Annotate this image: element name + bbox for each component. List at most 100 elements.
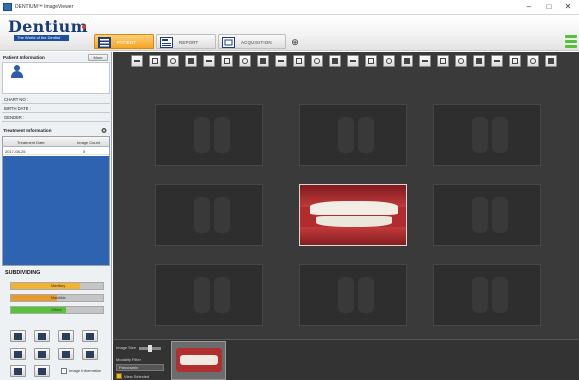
bar-label: Mandible xyxy=(51,296,66,300)
layout-2x1-button[interactable] xyxy=(58,330,74,342)
compare-icon[interactable] xyxy=(545,55,557,67)
tab-acquisition[interactable]: ACQUISITION xyxy=(218,34,286,49)
bar-label: Maxillary xyxy=(51,284,66,288)
slider-handle[interactable] xyxy=(148,345,152,352)
gender-field: GENDER : xyxy=(2,113,110,122)
tab-label: PATIENT xyxy=(117,40,137,45)
patient-avatar-icon xyxy=(11,65,23,79)
layout-1x2-button[interactable] xyxy=(34,330,50,342)
thumbnail-intraoral[interactable] xyxy=(171,341,226,380)
circle-icon[interactable] xyxy=(473,55,485,67)
title-bar: DENTIUM™ ImageViewer – □ ✕ xyxy=(0,0,579,15)
text-icon[interactable] xyxy=(401,55,413,67)
patient-list-icon xyxy=(98,37,111,48)
image-slot[interactable] xyxy=(155,104,263,166)
image-slot[interactable] xyxy=(155,264,263,326)
modality-filter-label: Modality Filter xyxy=(116,357,141,362)
camera-icon[interactable] xyxy=(491,55,503,67)
image-slot[interactable] xyxy=(433,104,541,166)
frame-icon[interactable] xyxy=(221,55,233,67)
layout-custom-button[interactable] xyxy=(34,365,50,377)
menu-icon[interactable] xyxy=(565,35,577,49)
maximize-button[interactable]: □ xyxy=(540,1,558,13)
modality-filter-select[interactable]: Panoramic xyxy=(116,364,164,371)
window-title: DENTIUM™ ImageViewer xyxy=(15,4,74,10)
image-slot[interactable] xyxy=(299,264,407,326)
layout-2x3-button[interactable] xyxy=(10,348,26,360)
crop-glyph xyxy=(242,58,248,64)
ruler-icon[interactable] xyxy=(383,55,395,67)
export-glyph xyxy=(512,58,518,64)
table-row[interactable]: 2017-08-25 0 xyxy=(3,148,109,155)
layout-3x3-button[interactable] xyxy=(58,348,74,360)
contrast-icon[interactable] xyxy=(293,55,305,67)
zoom-icon[interactable] xyxy=(275,55,287,67)
rectangle-icon[interactable] xyxy=(437,55,449,67)
filter-glyph xyxy=(332,58,338,64)
ellipse-icon[interactable] xyxy=(455,55,467,67)
column-header: Image Count xyxy=(77,140,100,145)
birth-date-field: BIRTH DATE : xyxy=(2,104,110,113)
fit-icon[interactable] xyxy=(203,55,215,67)
tab-patient[interactable]: PATIENT xyxy=(94,34,154,49)
grid-glyph xyxy=(260,58,266,64)
rotate-right-icon[interactable] xyxy=(167,55,179,67)
brand-logo: Dentium The World of the Dentist xyxy=(8,17,88,41)
image-info-checkbox[interactable] xyxy=(61,368,67,374)
tab-report[interactable]: REPORT xyxy=(156,34,216,49)
tab-label: ACQUISITION xyxy=(241,40,272,45)
column-header: Treatment Date xyxy=(17,140,45,145)
calibration-glyph xyxy=(350,60,356,62)
layout-1x1-button[interactable] xyxy=(10,330,26,342)
layout-3x2-button[interactable] xyxy=(34,348,50,360)
export-icon[interactable] xyxy=(509,55,521,67)
compare-glyph xyxy=(548,58,554,64)
share-glyph xyxy=(530,58,536,64)
intraoral-photo[interactable] xyxy=(299,184,407,246)
undo-icon[interactable] xyxy=(131,55,143,67)
flip-icon[interactable] xyxy=(185,55,197,67)
grid-icon[interactable] xyxy=(257,55,269,67)
more-button[interactable]: More xyxy=(88,54,108,61)
print-glyph xyxy=(368,58,374,64)
image-viewer: Image Size Modality Filter Panoramic Vie… xyxy=(113,52,579,380)
arrow-icon[interactable] xyxy=(419,55,431,67)
image-info-label: Image Information xyxy=(69,368,102,373)
patient-card xyxy=(2,62,110,94)
subdivide-bar-others[interactable]: Others xyxy=(10,306,104,314)
image-slot[interactable] xyxy=(299,104,407,166)
image-slot[interactable] xyxy=(433,184,541,246)
image-slot[interactable] xyxy=(155,184,263,246)
subdivide-bar-mandible[interactable]: Mandible xyxy=(10,294,104,302)
calibration-icon[interactable] xyxy=(347,55,359,67)
image-count: 0 xyxy=(83,149,86,154)
minimize-button[interactable]: – xyxy=(520,1,538,13)
image-slot[interactable] xyxy=(433,264,541,326)
patient-info-title: Patient Information xyxy=(3,55,45,60)
add-tab-icon[interactable]: ⊕ xyxy=(290,37,300,47)
rotate-left-icon[interactable] xyxy=(149,55,161,67)
report-icon xyxy=(160,37,173,48)
treatment-info-title: Treatment Information xyxy=(3,128,52,133)
close-button[interactable]: ✕ xyxy=(559,1,577,13)
image-size-slider[interactable] xyxy=(139,345,161,352)
layout-2x2-button[interactable] xyxy=(82,330,98,342)
rotate-right-glyph xyxy=(170,58,176,64)
settings-icon[interactable] xyxy=(100,127,108,134)
subdivide-bar-maxillary[interactable]: Maxillary xyxy=(10,282,104,290)
undo-glyph xyxy=(134,60,140,62)
table-header: Treatment Date Image Count xyxy=(3,137,109,147)
fit-glyph xyxy=(206,60,212,62)
filter-icon[interactable] xyxy=(329,55,341,67)
view-selected-checkbox[interactable] xyxy=(116,373,122,379)
ellipse-glyph xyxy=(458,58,464,64)
brightness-icon[interactable] xyxy=(311,55,323,67)
print-icon[interactable] xyxy=(365,55,377,67)
crop-icon[interactable] xyxy=(239,55,251,67)
ruler-glyph xyxy=(386,58,392,64)
share-icon[interactable] xyxy=(527,55,539,67)
layout-4x3-button[interactable] xyxy=(82,348,98,360)
brightness-glyph xyxy=(314,58,320,64)
arrow-glyph xyxy=(422,60,428,62)
layout-4x4-button[interactable] xyxy=(10,365,26,377)
